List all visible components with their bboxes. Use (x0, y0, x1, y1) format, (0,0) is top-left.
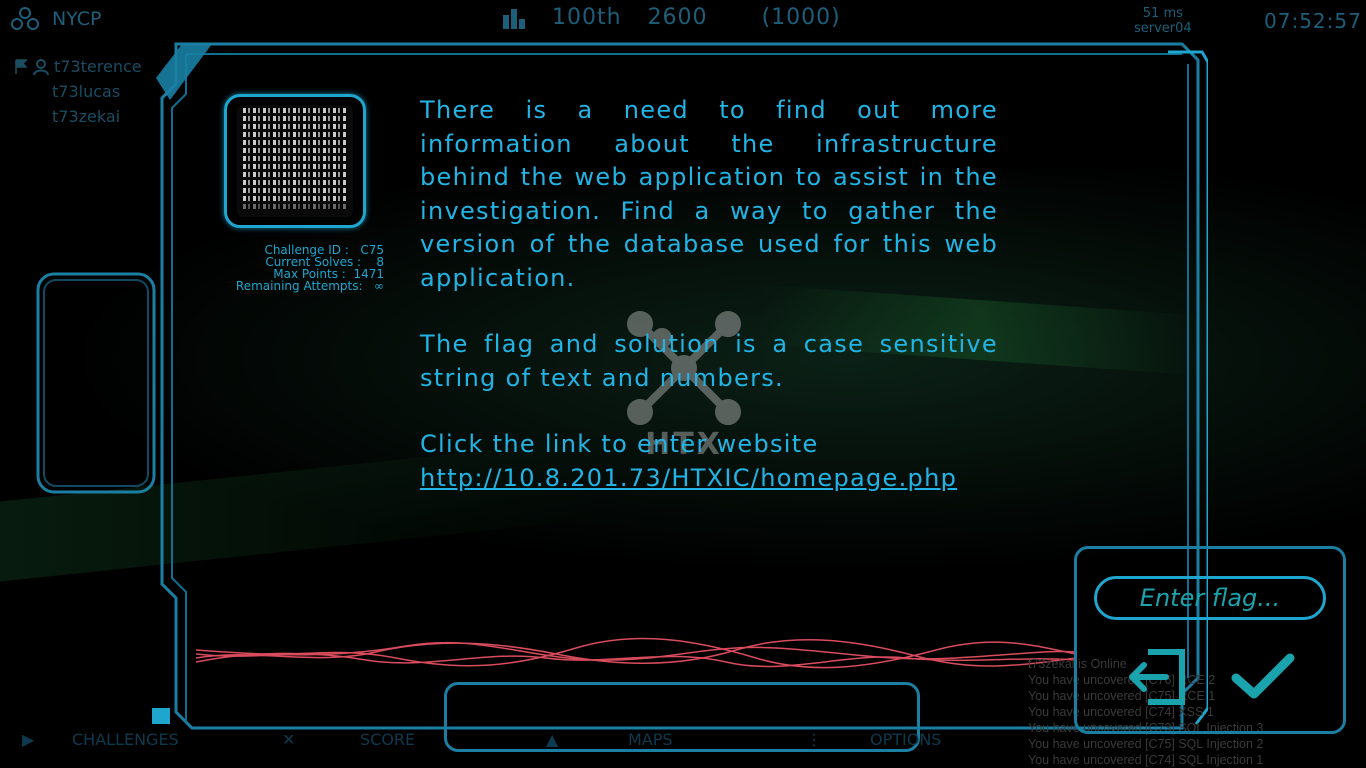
attempts-value: ∞ (374, 279, 384, 293)
attempts-label: Remaining Attempts: (235, 279, 363, 293)
flag-panel (1074, 546, 1346, 734)
leaderboard-icon[interactable] (502, 7, 526, 29)
description-text: There is a need to find out more informa… (420, 96, 998, 292)
challenge-thumbnail (224, 94, 366, 228)
team-stats: 100th 2600 (1000) (502, 5, 841, 30)
nav-score[interactable]: SCORE (360, 730, 415, 749)
flag-input[interactable] (1094, 576, 1326, 620)
close-icon[interactable]: ✕ (282, 730, 295, 749)
member-name: t73lucas (52, 82, 121, 101)
exit-button[interactable] (1126, 646, 1188, 708)
clock: 07:52:57 (1264, 9, 1362, 33)
log-entry: You have uncovered [C75] SQL Injection 2 (1028, 737, 1264, 751)
member-name: t73terence (54, 57, 142, 76)
nav-maps[interactable]: MAPS (628, 730, 673, 749)
ping-value: 51 ms (1142, 6, 1183, 21)
side-panel (36, 272, 156, 494)
challenge-meta: Challenge ID : C75 Current Solves : 8 Ma… (214, 244, 384, 292)
challenge-description: There is a need to find out more informa… (420, 94, 998, 495)
team-icon (11, 7, 39, 30)
team-members: t73terence t73lucas t73zekai (14, 54, 142, 129)
challenge-link[interactable]: http://10.8.201.73/HTXIC/homepage.php (420, 464, 957, 492)
nav-challenges[interactable]: CHALLENGES (72, 730, 179, 749)
connection-info: 51 ms server04 (1134, 6, 1192, 36)
waveform (196, 637, 1076, 669)
user-icon (33, 58, 49, 75)
top-bar: NYCP 100th 2600 (1000) 51 ms server04 07… (0, 0, 1366, 40)
options-icon[interactable]: ⋮ (806, 730, 822, 749)
team-name: NYCP (52, 8, 102, 30)
server-name: server04 (1134, 21, 1192, 36)
team-info: NYCP (10, 6, 102, 32)
nav-options[interactable]: OPTIONS (870, 730, 941, 749)
map-icon[interactable]: ▲ (546, 730, 558, 749)
description-note: The flag and solution is a case sensitiv… (420, 330, 998, 392)
team-rank: 100th (552, 5, 622, 30)
flag-icon (15, 58, 28, 74)
team-score: 2600 (647, 5, 708, 30)
link-intro: Click the link to enter website (420, 430, 819, 458)
submit-flag-button[interactable] (1230, 652, 1296, 702)
member-name: t73zekai (52, 107, 121, 126)
play-icon[interactable]: ▶ (22, 730, 34, 749)
log-entry: You have uncovered [C74] SQL Injection 1 (1028, 753, 1264, 767)
team-bonus: (1000) (761, 5, 841, 30)
